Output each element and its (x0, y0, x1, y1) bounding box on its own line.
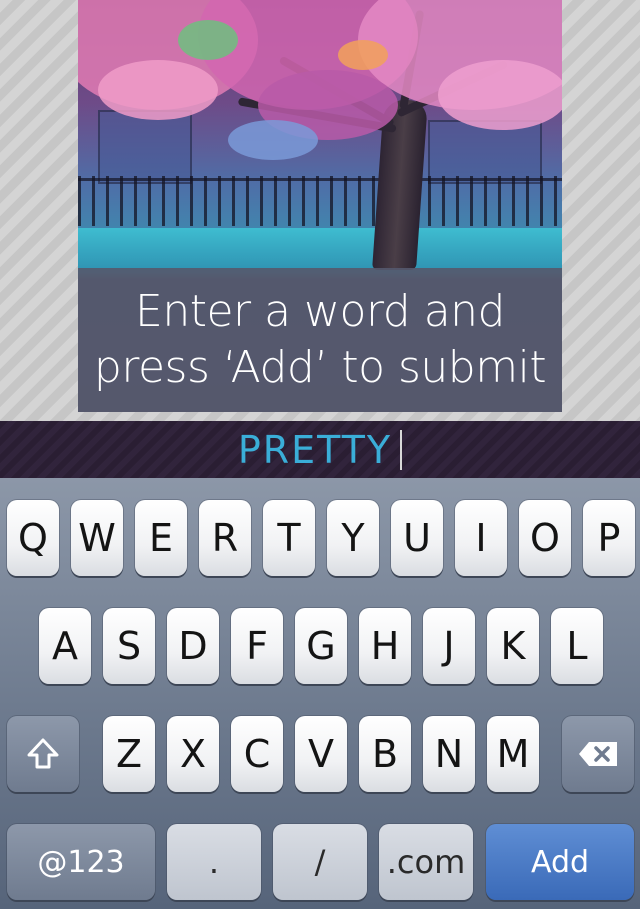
key-n[interactable]: N (423, 716, 475, 792)
word-entry-bar[interactable]: PRETTY (0, 421, 640, 478)
painting-blossom (338, 40, 388, 70)
keyboard-row-4: @123 . / .com Add (0, 824, 640, 902)
painting-fence-rail (78, 178, 562, 181)
key-m[interactable]: M (487, 716, 539, 792)
painting-blossom (438, 60, 562, 130)
key-v[interactable]: V (295, 716, 347, 792)
numbers-key[interactable]: @123 (7, 824, 155, 900)
dotcom-key[interactable]: .com (379, 824, 473, 900)
backspace-icon (577, 740, 619, 768)
key-w[interactable]: W (71, 500, 123, 576)
key-c[interactable]: C (231, 716, 283, 792)
keyboard-row-2: A S D F G H J K L (0, 608, 640, 686)
key-y[interactable]: Y (327, 500, 379, 576)
text-caret (400, 429, 403, 470)
painting-water (78, 228, 562, 268)
painting-building (98, 110, 192, 184)
key-r[interactable]: R (199, 500, 251, 576)
key-d[interactable]: D (167, 608, 219, 684)
delete-key[interactable] (562, 716, 634, 792)
key-z[interactable]: Z (103, 716, 155, 792)
key-i[interactable]: I (455, 500, 507, 576)
key-g[interactable]: G (295, 608, 347, 684)
key-o[interactable]: O (519, 500, 571, 576)
instruction-overlay: Enter a word and press ‘Add’ to submit (78, 268, 562, 412)
key-x[interactable]: X (167, 716, 219, 792)
keyboard-row-1: Q W E R T Y U I O P (0, 500, 640, 578)
slash-key[interactable]: / (273, 824, 367, 900)
instruction-text: Enter a word and press ‘Add’ to submit (93, 286, 547, 393)
shift-icon (26, 737, 60, 771)
period-key[interactable]: . (167, 824, 261, 900)
painting-blossom (228, 120, 318, 160)
key-j[interactable]: J (423, 608, 475, 684)
key-p[interactable]: P (583, 500, 635, 576)
painting-image: Enter a word and press ‘Add’ to submit (78, 0, 562, 412)
key-e[interactable]: E (135, 500, 187, 576)
key-a[interactable]: A (39, 608, 91, 684)
add-button[interactable]: Add (486, 824, 634, 900)
painting-building (428, 120, 542, 184)
keyboard: Q W E R T Y U I O P A S D F G H J K L Z … (0, 478, 640, 909)
painting-blossom (98, 60, 218, 120)
shift-key[interactable] (7, 716, 79, 792)
key-t[interactable]: T (263, 500, 315, 576)
key-l[interactable]: L (551, 608, 603, 684)
key-s[interactable]: S (103, 608, 155, 684)
key-h[interactable]: H (359, 608, 411, 684)
key-f[interactable]: F (231, 608, 283, 684)
painting-blossom (178, 20, 238, 60)
key-q[interactable]: Q (7, 500, 59, 576)
painting-fence (78, 176, 562, 226)
key-k[interactable]: K (487, 608, 539, 684)
keyboard-row-3: Z X C V B N M (0, 716, 640, 794)
key-b[interactable]: B (359, 716, 411, 792)
word-input-value[interactable]: PRETTY (238, 428, 392, 472)
key-u[interactable]: U (391, 500, 443, 576)
